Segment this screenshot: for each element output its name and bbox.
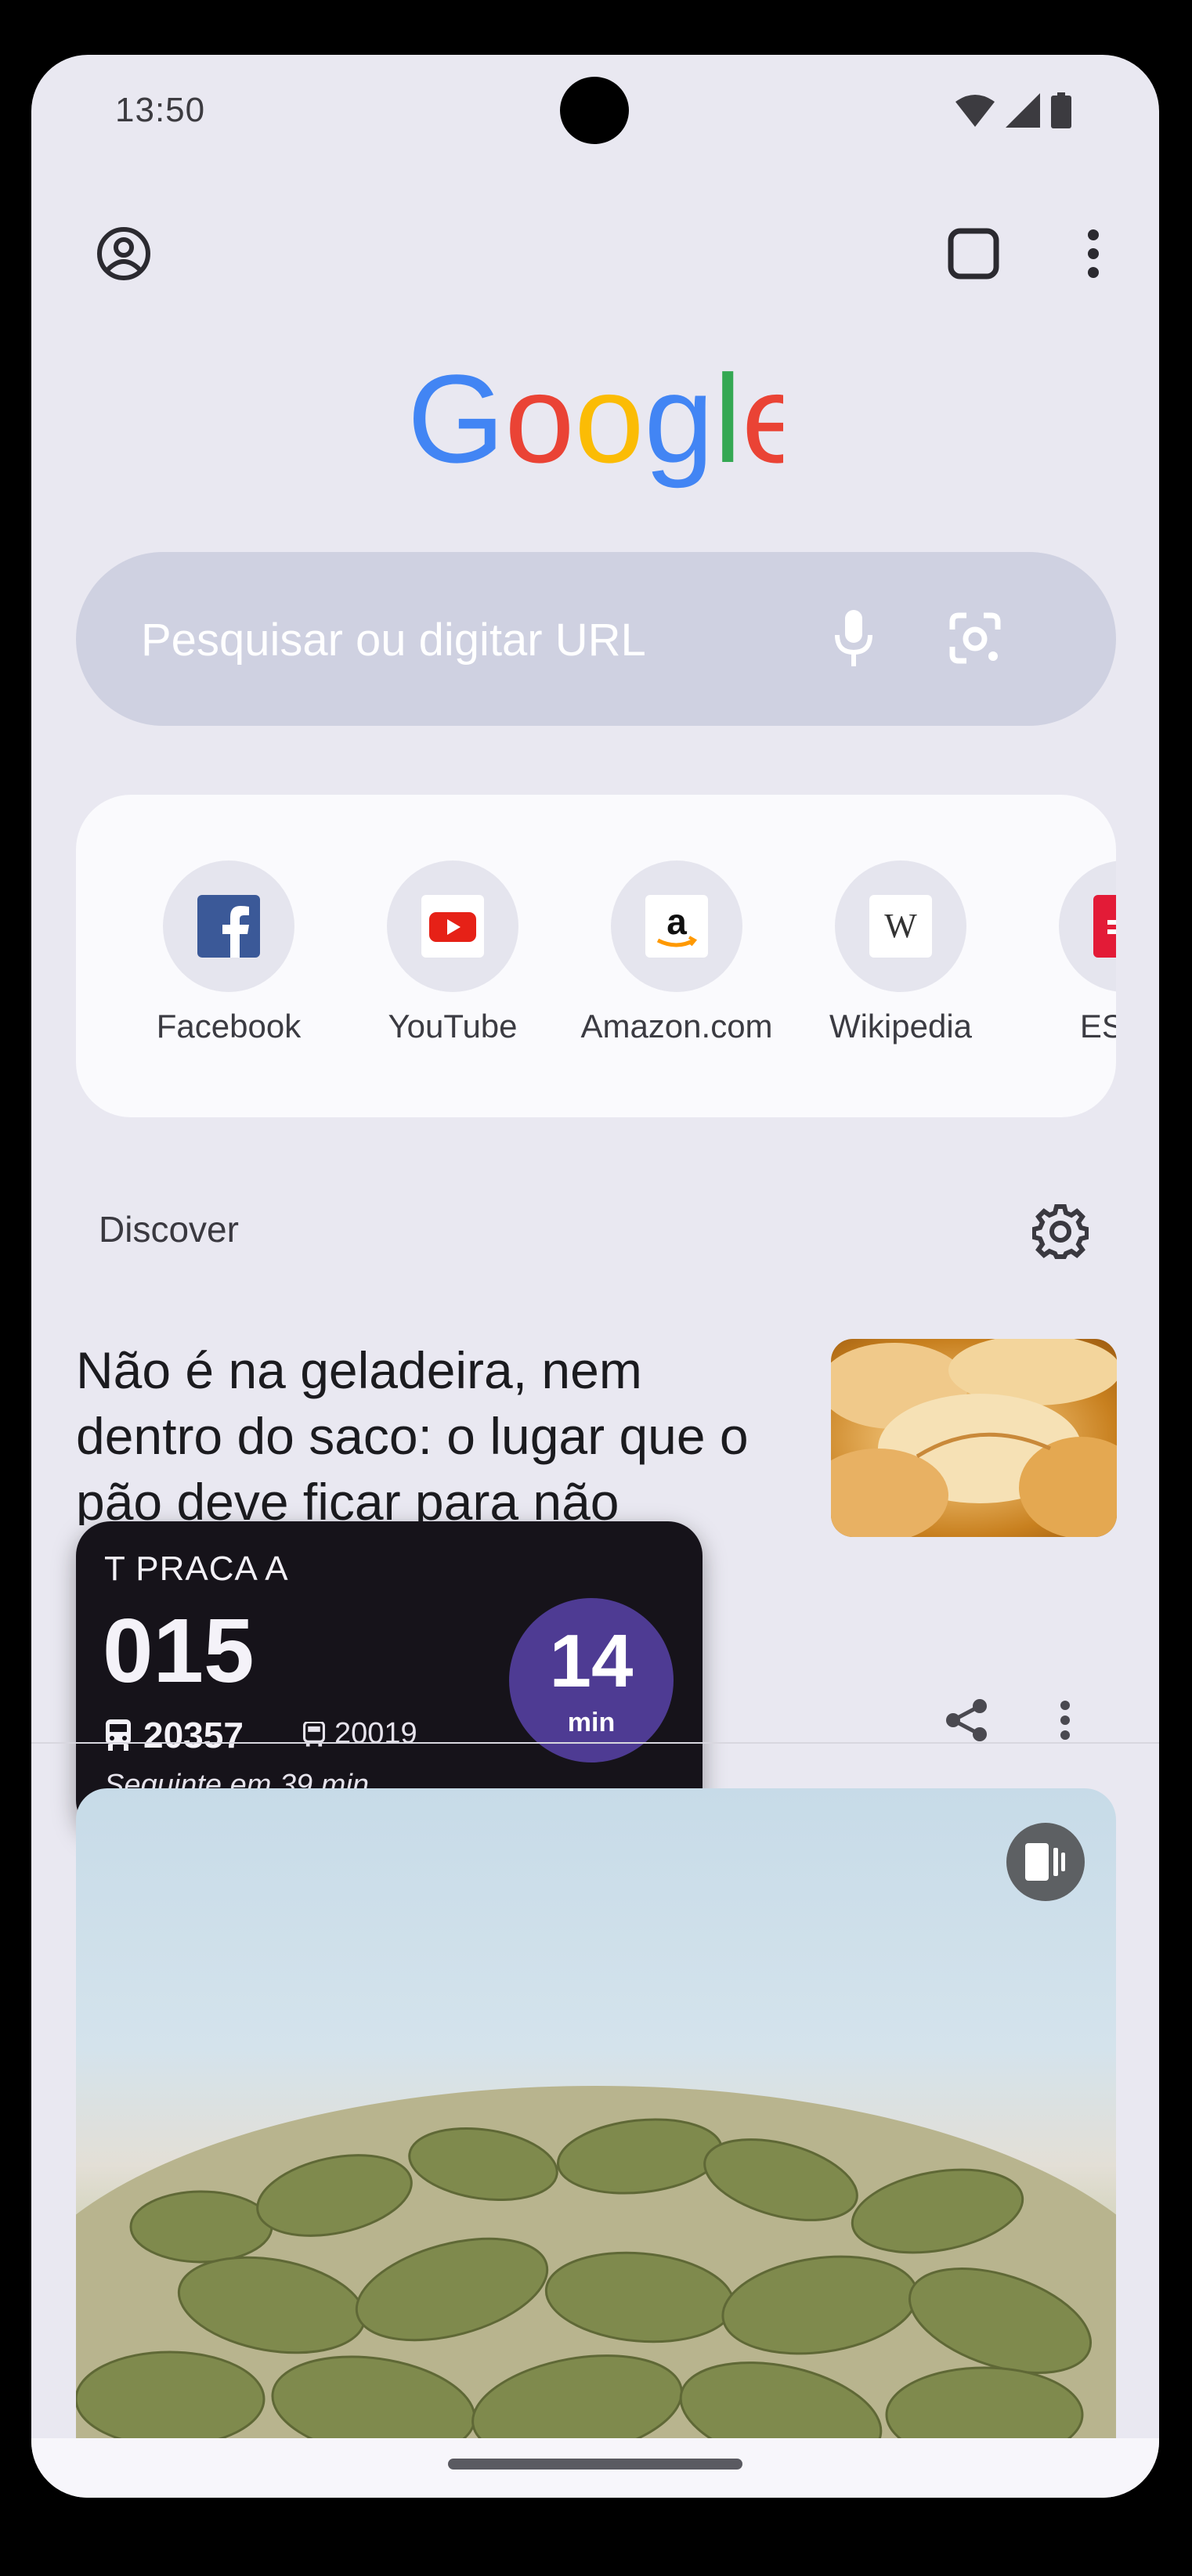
wifi-icon <box>955 95 995 127</box>
facebook-icon <box>197 895 260 958</box>
svg-text:W: W <box>884 907 917 945</box>
shortcut-amazon[interactable]: a Amazon.com <box>559 795 794 1117</box>
shortcut-label: Facebook <box>156 1008 302 1044</box>
bus-icon <box>106 1719 131 1751</box>
tab-switcher-button[interactable] <box>934 215 1013 293</box>
article-title[interactable]: Não é na geladeira, nem dentro do saco: … <box>76 1337 796 1525</box>
amazon-icon: a <box>645 895 708 958</box>
shortcut-label: ESPN <box>1079 1008 1116 1044</box>
more-vert-icon <box>1060 1701 1070 1740</box>
gear-icon <box>1032 1204 1089 1259</box>
home-indicator[interactable] <box>448 2459 742 2470</box>
youtube-icon <box>421 895 484 958</box>
screen: 13:50 Google Pesquisar ou digitar URL Fa… <box>31 55 1159 2498</box>
article-thumbnail[interactable] <box>831 1339 1117 1537</box>
discover-heading: Discover <box>99 1209 239 1250</box>
transit-eta-badge: 14 min <box>509 1598 674 1762</box>
battery-icon <box>1051 92 1071 128</box>
share-icon <box>946 1699 987 1741</box>
status-icons <box>955 91 1073 130</box>
feed-divider <box>31 1742 1159 1744</box>
video-indicator-button[interactable] <box>1006 1823 1085 1901</box>
tabs-icon <box>948 228 999 280</box>
google-logo: Google <box>407 345 811 501</box>
transit-stop-name: T PRACA A <box>104 1550 289 1588</box>
transit-eta-minutes: 14 <box>549 1619 634 1703</box>
transit-bus-secondary-number: 20019 <box>334 1717 417 1750</box>
espn-icon <box>1093 895 1116 958</box>
discover-settings-button[interactable] <box>1023 1194 1098 1269</box>
more-vert-icon <box>1088 229 1099 278</box>
video-stack-icon <box>1025 1843 1065 1881</box>
transit-bus-primary-number: 20357 <box>143 1715 244 1755</box>
google-logo-svg: Google <box>407 348 811 489</box>
pumpkin-seeds-image <box>76 2086 1116 2438</box>
shortcut-label: YouTube <box>388 1008 518 1044</box>
shortcut-youtube[interactable]: YouTube <box>335 795 570 1117</box>
shortcut-espn[interactable]: ESPN <box>1007 795 1116 1117</box>
search-placeholder: Pesquisar ou digitar URL <box>141 615 646 666</box>
lens-search-button[interactable] <box>932 591 1018 685</box>
shortcuts-panel: Facebook YouTube a Amazon.com W Wikipedi… <box>76 795 1116 1117</box>
svg-text:Google: Google <box>407 348 783 489</box>
transit-widget[interactable]: T PRACA A 015 14 min 20357 20019 Seguint… <box>76 1521 703 1835</box>
shortcut-label: Wikipedia <box>829 1008 973 1044</box>
share-button[interactable] <box>932 1685 1002 1755</box>
signal-icon <box>1006 93 1040 128</box>
transit-eta-unit: min <box>567 1708 616 1737</box>
transit-route-number: 015 <box>103 1600 255 1701</box>
wikipedia-icon: W <box>869 895 932 958</box>
shortcut-facebook[interactable]: Facebook <box>111 795 346 1117</box>
transit-bus-secondary: 20019 <box>303 1717 417 1751</box>
bread-image <box>831 1339 1117 1537</box>
camera-cutout <box>560 77 629 144</box>
account-icon <box>97 227 150 280</box>
shortcut-label: Amazon.com <box>580 1008 773 1044</box>
account-button[interactable] <box>85 215 163 293</box>
mic-icon <box>835 610 872 666</box>
overflow-menu-button[interactable] <box>1054 215 1132 293</box>
svg-text:a: a <box>666 901 687 942</box>
voice-search-button[interactable] <box>815 591 893 685</box>
article-menu-button[interactable] <box>1034 1685 1096 1755</box>
phone-frame: 13:50 Google Pesquisar ou digitar URL Fa… <box>0 0 1192 2576</box>
camera-lens-icon <box>949 612 1001 664</box>
status-time: 13:50 <box>115 91 206 129</box>
transit-bus-primary: 20357 <box>104 1714 244 1756</box>
feed-card-image[interactable] <box>76 1788 1116 2438</box>
shortcut-wikipedia[interactable]: W Wikipedia <box>783 795 1018 1117</box>
